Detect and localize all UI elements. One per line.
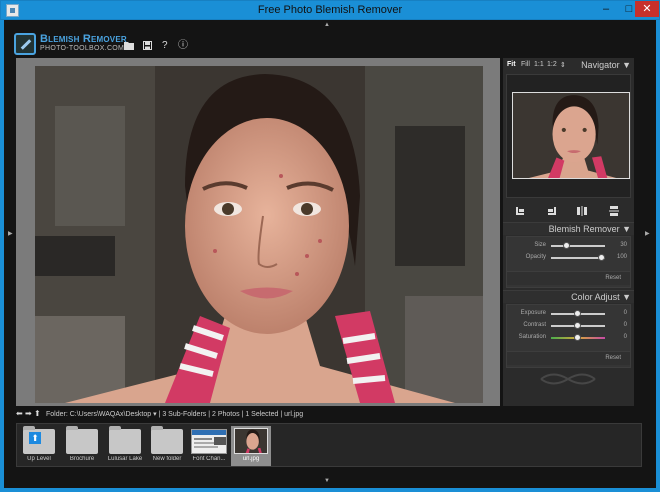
- opacity-label: Opacity: [525, 254, 546, 260]
- help-icon[interactable]: ?: [162, 40, 168, 52]
- exposure-slider[interactable]: [551, 310, 605, 317]
- flip-vertical-icon[interactable]: [609, 206, 619, 216]
- tool-row: [503, 203, 634, 219]
- item-label: New folder: [152, 456, 182, 462]
- browser-item-new-folder[interactable]: New folder: [147, 426, 187, 466]
- window-title: Free Photo Blemish Remover: [257, 4, 403, 16]
- item-label: Font Chan...: [192, 456, 226, 462]
- contrast-label: Contrast: [523, 322, 546, 328]
- folder-icon: [151, 426, 183, 454]
- item-label: Lulusar Lake: [107, 456, 143, 462]
- zoom-fill-button[interactable]: Fill: [521, 61, 530, 68]
- path-bar: ⬅ ➡ ⬆ Folder: C:\Users\WAQAx\Desktop ▾ |…: [16, 409, 642, 421]
- saturation-label: Saturation: [518, 334, 546, 340]
- opacity-value: 100: [616, 254, 627, 260]
- rotate-right-icon[interactable]: [547, 206, 557, 216]
- rotate-left-icon[interactable]: [515, 206, 525, 216]
- browser-item-font-chan[interactable]: Font Chan...: [189, 426, 229, 466]
- photo-image[interactable]: [35, 66, 483, 403]
- color-adjust-panel: Exposure 0 Contrast 0 Saturation 0 Reset: [506, 304, 631, 368]
- item-label: Up Level: [27, 456, 51, 462]
- blemish-remover-header[interactable]: Blemish Remover ▼: [503, 222, 634, 235]
- blemish-reset-button[interactable]: Reset: [605, 275, 621, 281]
- contrast-slider-knob[interactable]: [574, 322, 581, 329]
- image-thumbnail: [234, 428, 268, 454]
- up-arrow-icon[interactable]: ⬆: [34, 409, 41, 418]
- opacity-slider-row: Opacity 100: [507, 253, 632, 263]
- browser-item-url-jpg[interactable]: url.jpg: [231, 426, 271, 466]
- navigator-header: Fit Fill 1:1 1:2 ⇕ Navigator ▼: [503, 58, 634, 72]
- folder-icon: [66, 426, 98, 454]
- size-slider-knob[interactable]: [563, 242, 570, 249]
- collapse-top-arrow-icon[interactable]: ▲: [324, 22, 330, 28]
- exposure-slider-knob[interactable]: [574, 310, 581, 317]
- size-slider[interactable]: [551, 242, 605, 249]
- saturation-slider[interactable]: [551, 334, 605, 341]
- navigator-box[interactable]: [506, 74, 631, 198]
- blemish-remover-panel: Size 30 Opacity 100 Reset: [506, 236, 631, 288]
- exposure-label: Exposure: [520, 310, 546, 316]
- file-browser: ⬆ Up Level Brochure Lulusar Lake New fol…: [16, 423, 642, 467]
- size-value: 30: [620, 242, 627, 248]
- back-arrow-icon[interactable]: ⬅: [16, 409, 23, 418]
- zoom-1-2-button[interactable]: 1:2: [547, 61, 557, 68]
- up-level-icon: ⬆: [29, 432, 41, 444]
- folder-path[interactable]: Folder: C:\Users\WAQAx\Desktop ▾ | 3 Sub…: [46, 410, 303, 418]
- folder-open-icon[interactable]: [124, 41, 134, 50]
- item-label: url.jpg: [242, 456, 260, 462]
- image-canvas[interactable]: [16, 58, 500, 406]
- contrast-value: 0: [623, 322, 627, 328]
- saturation-slider-knob[interactable]: [574, 334, 581, 341]
- exposure-value: 0: [623, 310, 627, 316]
- navigator-thumbnail[interactable]: [512, 92, 630, 179]
- opacity-slider[interactable]: [551, 254, 605, 261]
- contrast-slider-row: Contrast 0: [507, 321, 632, 331]
- logo-title: Blemish Remover: [40, 33, 127, 45]
- collapse-bottom-arrow-icon[interactable]: ▼: [324, 478, 330, 484]
- blemish-reset-row: Reset: [507, 271, 630, 285]
- side-panel: Fit Fill 1:1 1:2 ⇕ Navigator ▼ Blemish R…: [503, 58, 634, 406]
- color-adjust-header[interactable]: Color Adjust ▼: [503, 290, 634, 303]
- contrast-slider[interactable]: [551, 322, 605, 329]
- size-slider-row: Size 30: [507, 241, 632, 251]
- title-bar: Free Photo Blemish Remover – □ ✕: [0, 0, 660, 20]
- minimize-button[interactable]: –: [594, 1, 618, 17]
- color-adjust-title[interactable]: Color Adjust ▼: [571, 292, 631, 302]
- opacity-slider-knob[interactable]: [598, 254, 605, 261]
- exposure-slider-row: Exposure 0: [507, 309, 632, 319]
- item-label: Brochure: [69, 456, 95, 462]
- color-reset-button[interactable]: Reset: [605, 355, 621, 361]
- logo-icon: [14, 33, 36, 55]
- size-label: Size: [534, 242, 546, 248]
- info-icon[interactable]: ⓘ: [178, 40, 188, 52]
- document-thumbnail: [191, 429, 227, 454]
- logo-subtitle: PHOTO-TOOLBOX.COM: [40, 45, 125, 52]
- flip-horizontal-icon[interactable]: [577, 206, 587, 216]
- ornament-icon: [540, 373, 596, 385]
- collapse-left-arrow-icon[interactable]: ▶: [8, 230, 13, 237]
- saturation-slider-row: Saturation 0: [507, 333, 632, 343]
- save-icon[interactable]: [143, 41, 152, 50]
- saturation-value: 0: [623, 334, 627, 340]
- browser-item-brochure[interactable]: Brochure: [62, 426, 102, 466]
- blemish-remover-title[interactable]: Blemish Remover ▼: [549, 224, 631, 234]
- zoom-1-1-button[interactable]: 1:1: [534, 61, 544, 68]
- forward-arrow-icon[interactable]: ➡: [25, 409, 32, 418]
- browser-item-lulusar-lake[interactable]: Lulusar Lake: [105, 426, 145, 466]
- zoom-stepper-icon[interactable]: ⇕: [560, 61, 566, 69]
- browser-item-up-level[interactable]: ⬆ Up Level: [19, 426, 59, 466]
- collapse-right-arrow-icon[interactable]: ▶: [645, 230, 650, 237]
- navigator-title[interactable]: Navigator ▼: [581, 60, 631, 70]
- folder-icon: [109, 426, 141, 454]
- close-button[interactable]: ✕: [635, 1, 659, 17]
- zoom-fit-button[interactable]: Fit: [507, 61, 516, 68]
- color-reset-row: Reset: [507, 351, 630, 365]
